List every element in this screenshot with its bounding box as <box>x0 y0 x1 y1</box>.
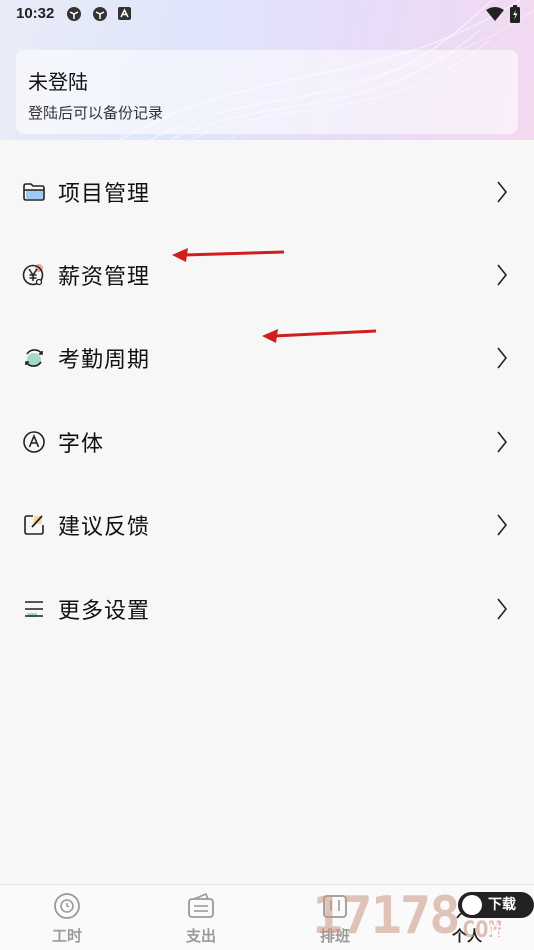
menu-label: 考勤周期 <box>58 348 151 374</box>
nav-label: 支出 <box>185 927 216 945</box>
status-right-icons <box>486 4 520 24</box>
menu-label: 薪资管理 <box>58 265 151 291</box>
chevron-right-icon <box>497 264 508 286</box>
wifi-icon <box>486 7 504 21</box>
font-a-icon <box>23 431 45 453</box>
clock-icon <box>54 893 80 919</box>
annotation-arrow <box>262 329 377 343</box>
menu-label: 项目管理 <box>58 181 151 207</box>
a-icon <box>118 7 131 20</box>
settings-menu: 项目管理 薪资管理 考勤周期 字体 建议反馈 更多设置 <box>0 150 534 650</box>
chevron-right-icon <box>497 514 508 536</box>
cycle-icon <box>25 349 43 368</box>
login-card[interactable]: 未登陆 登陆后可以备份记录 <box>16 50 518 134</box>
status-bar: 10:32 <box>0 0 534 28</box>
settings-list-icon <box>25 600 43 617</box>
nav-item-personal[interactable]: 个人 <box>400 885 534 950</box>
nav-item-hours[interactable]: 工时 <box>0 885 134 950</box>
folder-icon <box>23 182 45 201</box>
battery-icon <box>510 5 520 23</box>
menu-label: 字体 <box>58 431 105 457</box>
chevron-right-icon <box>497 598 508 620</box>
app-icon <box>93 7 107 21</box>
menu-label: 建议反馈 <box>58 515 151 541</box>
menu-item-more-settings[interactable]: 更多设置 <box>0 567 534 650</box>
nav-item-schedule[interactable]: 排班 <box>268 885 402 950</box>
yen-icon <box>22 264 44 286</box>
menu-item-feedback[interactable]: 建议反馈 <box>0 484 534 567</box>
person-icon <box>456 895 478 919</box>
chevron-right-icon <box>497 181 508 203</box>
menu-label: 更多设置 <box>58 598 151 624</box>
app-icon <box>67 7 81 21</box>
menu-item-project[interactable]: 项目管理 <box>0 150 534 233</box>
profile-header: 10:32 未登陆 登陆后可以备份记录 <box>0 0 534 140</box>
chevron-right-icon <box>497 431 508 453</box>
chevron-right-icon <box>497 347 508 369</box>
nav-label: 个人 <box>451 927 482 945</box>
login-title: 未登陆 <box>28 70 88 94</box>
calendar-icon <box>323 895 347 918</box>
login-subtitle: 登陆后可以备份记录 <box>28 104 164 122</box>
nav-label: 排班 <box>319 927 350 945</box>
bottom-nav: 工时 支出 排班 个人 <box>0 884 534 950</box>
menu-item-font[interactable]: 字体 <box>0 400 534 483</box>
nav-label: 工时 <box>51 927 82 945</box>
status-time: 10:32 <box>16 5 55 22</box>
annotation-arrow <box>172 248 285 262</box>
nav-item-expense[interactable]: 支出 <box>134 885 268 950</box>
wallet-icon <box>188 892 214 918</box>
edit-icon <box>24 515 44 536</box>
